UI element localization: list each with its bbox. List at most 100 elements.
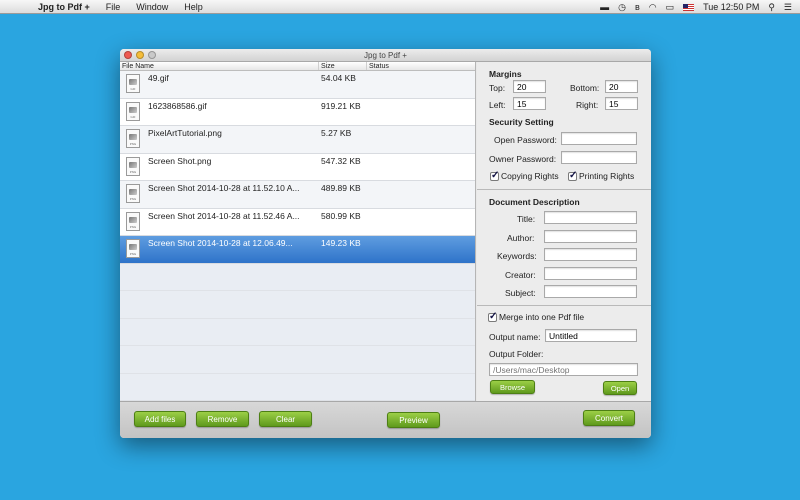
checkbox-checked-icon [568,170,577,181]
battery-icon[interactable]: ▭ [666,0,675,14]
empty-row [120,346,475,374]
menu-help[interactable]: Help [176,0,211,14]
menu-window[interactable]: Window [128,0,176,14]
margin-right-input[interactable] [605,97,638,110]
title-bar[interactable]: Jpg to Pdf + [120,49,651,62]
file-size: 149.23 KB [321,238,361,248]
png-file-icon: PNG [126,129,140,148]
divider [477,189,651,190]
gif-file-icon: GIF [126,74,140,93]
input-source-flag-icon[interactable] [683,3,695,11]
column-header-name[interactable]: File Name [120,62,319,70]
file-row[interactable]: PNG Screen Shot 2014-10-28 at 11.52.46 A… [120,208,475,236]
browse-button[interactable]: Browse [490,380,535,394]
notification-center-icon[interactable]: ☰ [784,0,792,14]
png-file-icon: PNG [126,184,140,203]
file-list-header: File Name Size Status [120,62,475,71]
menu-app-name[interactable]: Jpg to Pdf + [30,0,98,14]
open-password-label: Open Password: [494,135,557,145]
output-folder-label: Output Folder: [489,349,544,359]
doc-title-label: Title: [517,214,536,224]
empty-row [120,263,475,291]
doc-author-label: Author: [507,233,535,243]
empty-row [120,373,475,401]
clock[interactable]: Tue 12:50 PM [703,0,759,14]
checkbox-checked-icon [488,311,497,322]
output-folder-input[interactable] [489,363,638,376]
file-row[interactable]: GIF 49.gif 54.04 KB [120,71,475,99]
file-row[interactable]: PNG Screen Shot 2014-10-28 at 11.52.10 A… [120,181,475,209]
convert-button[interactable]: Convert [583,410,635,426]
file-name: PixelArtTutorial.png [148,128,222,138]
close-window-icon[interactable] [124,51,132,59]
copying-rights-label: Copying Rights [501,171,559,181]
output-name-label: Output name: [489,332,541,342]
clear-button[interactable]: Clear [259,411,312,427]
margin-left-label: Left: [489,100,506,110]
spotlight-search-icon[interactable]: ⚲ [768,0,775,14]
margin-bottom-input[interactable] [605,80,638,93]
preview-button[interactable]: Preview [387,412,440,428]
empty-row [120,291,475,319]
margin-right-label: Right: [576,100,599,110]
file-row-selected[interactable]: PNG Screen Shot 2014-10-28 at 12.06.49..… [120,236,475,264]
security-title: Security Setting [489,117,554,127]
file-name: 1623868586.gif [148,100,207,111]
file-rows: GIF 49.gif 54.04 KB GIF 1623868586.gif 9… [120,71,475,401]
doc-title-input[interactable] [544,211,637,224]
doc-subject-input[interactable] [544,285,637,298]
gif-file-icon: GIF [126,101,140,121]
add-files-button[interactable]: Add files [134,411,186,427]
file-row[interactable]: PNG PixelArtTutorial.png 5.27 KB [120,126,475,154]
empty-row [120,318,475,346]
file-size: 919.21 KB [321,100,361,111]
output-name-input[interactable] [545,329,637,342]
doc-author-input[interactable] [544,230,637,243]
copying-rights-checkbox[interactable]: Copying Rights [490,170,559,181]
time-machine-icon[interactable]: ◷ [618,0,626,14]
open-button[interactable]: Open [603,381,637,395]
document-description-title: Document Description [489,197,580,207]
png-file-icon: PNG [126,156,140,176]
file-size: 5.27 KB [321,128,352,138]
menu-bar: Jpg to Pdf + File Window Help ▬ ◷ ʙ ◠ ▭ … [0,0,800,14]
divider [477,305,651,306]
doc-creator-label: Creator: [505,270,536,280]
bottom-toolbar: Add files Remove Clear Preview Convert [120,401,651,438]
file-name: Screen Shot.png [148,155,212,166]
doc-keywords-label: Keywords: [497,251,537,261]
file-size: 580.99 KB [321,210,361,221]
column-header-status[interactable]: Status [367,62,475,70]
app-window: Jpg to Pdf + File Name Size Status GIF 4… [120,49,651,438]
minimize-window-icon[interactable] [136,51,144,59]
doc-subject-label: Subject: [505,288,536,298]
margin-left-input[interactable] [513,97,546,110]
file-name: Screen Shot 2014-10-28 at 11.52.46 A... [148,210,300,221]
printing-rights-checkbox[interactable]: Printing Rights [568,170,635,181]
wifi-icon[interactable]: ◠ [649,0,657,14]
png-file-icon: PNG [126,211,140,231]
owner-password-input[interactable] [561,151,637,164]
remove-button[interactable]: Remove [196,411,249,427]
printing-rights-label: Printing Rights [579,171,635,181]
zoom-window-icon[interactable] [148,51,156,59]
doc-keywords-input[interactable] [544,248,637,261]
file-size: 547.32 KB [321,155,361,166]
bluetooth-icon[interactable]: ʙ [635,0,640,14]
file-name: Screen Shot 2014-10-28 at 12.06.49... [148,238,293,248]
menu-file[interactable]: File [98,0,129,14]
file-list[interactable]: File Name Size Status GIF 49.gif 54.04 K… [120,62,476,401]
file-name: 49.gif [148,73,169,83]
file-row[interactable]: PNG Screen Shot.png 547.32 KB [120,153,475,181]
file-row[interactable]: GIF 1623868586.gif 919.21 KB [120,98,475,126]
merge-pdf-checkbox[interactable]: Merge into one Pdf file [488,311,585,322]
owner-password-label: Owner Password: [489,154,557,164]
merge-pdf-label: Merge into one Pdf file [499,312,585,322]
margin-top-input[interactable] [513,80,546,93]
column-header-size[interactable]: Size [319,62,367,70]
file-size: 54.04 KB [321,73,356,83]
cloud-sync-icon[interactable]: ▬ [600,0,609,14]
doc-creator-input[interactable] [544,267,637,280]
open-password-input[interactable] [561,132,637,145]
menu-extras: ▬ ◷ ʙ ◠ ▭ Tue 12:50 PM ⚲ ☰ [600,0,792,14]
